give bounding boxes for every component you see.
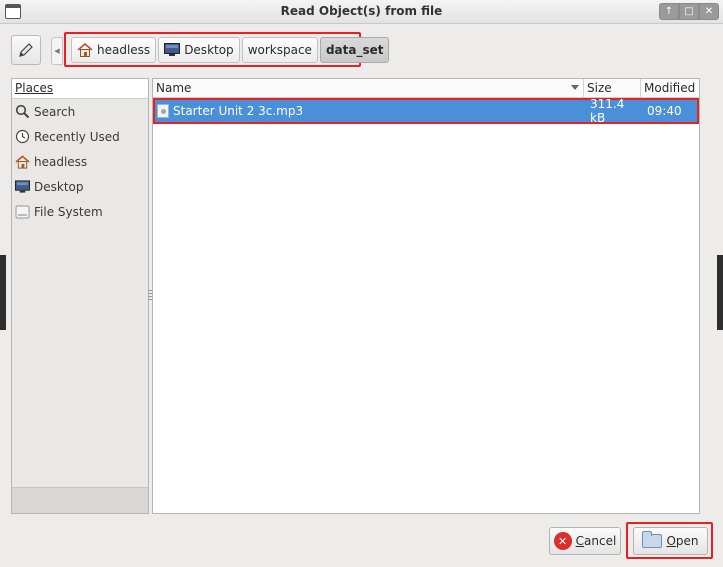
place-recently-used[interactable]: Recently Used — [12, 124, 148, 149]
file-list-header: Name Size Modified — [153, 79, 699, 98]
search-icon — [15, 104, 30, 119]
path-bar: headless Desktop workspace data_set — [64, 32, 390, 67]
sort-descending-icon — [571, 85, 579, 90]
home-icon — [77, 42, 93, 57]
file-name: Starter Unit 2 3c.mp3 — [173, 104, 304, 118]
crumb-desktop[interactable]: Desktop — [158, 36, 240, 63]
crumb-headless-label: headless — [97, 42, 151, 57]
place-file-system[interactable]: File System — [12, 199, 148, 224]
clock-icon — [15, 129, 30, 144]
column-size-label: Size — [587, 81, 612, 95]
window-controls: ↑ □ ✕ — [659, 3, 719, 20]
place-desktop[interactable]: Desktop — [12, 174, 148, 199]
column-name-label: Name — [156, 81, 192, 95]
type-location-button[interactable] — [11, 35, 41, 65]
place-headless-label: headless — [34, 154, 88, 169]
column-name-header[interactable]: Name — [153, 79, 584, 98]
right-edge-marker — [717, 255, 723, 330]
table-row[interactable]: Starter Unit 2 3c.mp3 311.4 kB 09:40 — [153, 97, 699, 125]
places-header-label: Places — [15, 81, 54, 95]
place-search[interactable]: Search — [12, 99, 148, 124]
places-sidebar: Places Search Recently Used headless Des… — [11, 78, 149, 514]
maximize-up-button[interactable]: ↑ — [659, 3, 679, 20]
open-button[interactable]: Open — [633, 527, 708, 555]
place-recently-used-label: Recently Used — [34, 129, 120, 144]
desktop-icon — [164, 43, 181, 56]
column-size-header[interactable]: Size — [584, 79, 641, 98]
desktop-icon — [15, 180, 30, 193]
crumb-desktop-label: Desktop — [184, 42, 234, 57]
drive-icon — [15, 205, 30, 218]
crumb-workspace[interactable]: workspace — [241, 36, 318, 63]
place-search-label: Search — [34, 104, 76, 119]
place-desktop-label: Desktop — [34, 179, 84, 194]
column-modified-label: Modified — [644, 81, 696, 95]
file-size: 311.4 kB — [590, 97, 625, 125]
title-bar: Read Object(s) from file ↑ □ ✕ — [0, 0, 723, 24]
crumb-headless[interactable]: headless — [71, 36, 157, 63]
pencil-icon — [19, 43, 33, 57]
cancel-icon: ✕ — [553, 532, 572, 550]
audio-file-icon — [157, 104, 169, 118]
restore-button[interactable]: □ — [679, 3, 699, 20]
file-modified: 09:40 — [647, 104, 682, 118]
crumb-data-set-label: data_set — [325, 42, 384, 57]
cancel-label: Cancel — [575, 534, 617, 548]
crumb-data-set[interactable]: data_set — [319, 36, 390, 63]
left-edge-marker — [0, 255, 6, 330]
home-icon — [15, 154, 30, 169]
places-header[interactable]: Places — [12, 79, 148, 99]
place-file-system-label: File System — [34, 204, 103, 219]
open-label: Open — [666, 534, 699, 548]
column-modified-header[interactable]: Modified — [641, 79, 699, 98]
crumb-workspace-label: workspace — [247, 42, 312, 57]
file-name-cell: Starter Unit 2 3c.mp3 — [155, 104, 586, 118]
folder-open-icon — [642, 531, 663, 548]
close-button[interactable]: ✕ — [699, 3, 719, 20]
window-title: Read Object(s) from file — [280, 4, 443, 18]
places-footer-bar — [12, 487, 148, 513]
path-scroll-left-button[interactable]: ◀ — [51, 37, 63, 65]
cancel-button[interactable]: ✕ Cancel — [549, 527, 621, 555]
file-list: Name Size Modified Starter Unit 2 3c.mp3… — [152, 78, 700, 514]
place-headless[interactable]: headless — [12, 149, 148, 174]
